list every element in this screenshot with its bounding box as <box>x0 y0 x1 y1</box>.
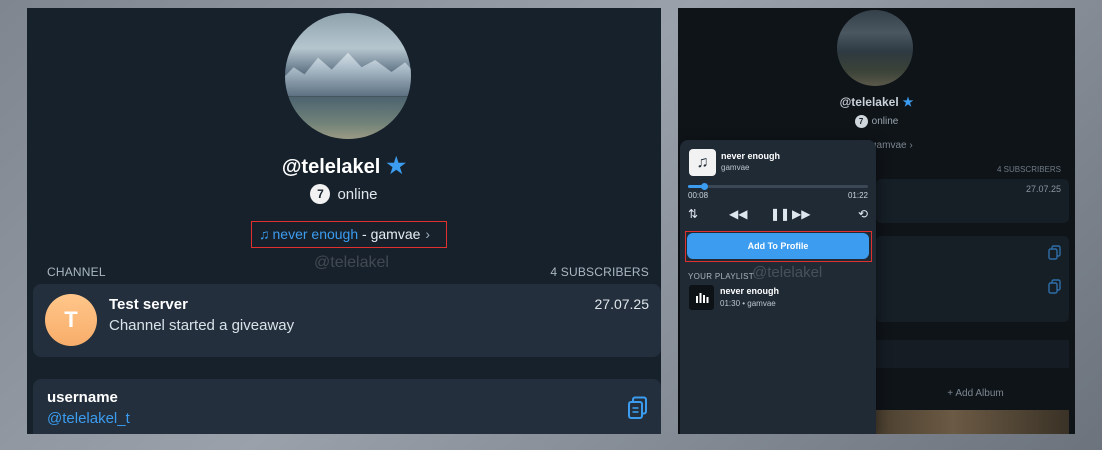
avatar-mountain-art <box>285 52 411 96</box>
album-image-dimmed <box>876 410 1069 434</box>
music-artist: gamvae <box>370 226 421 242</box>
subscriber-count: 4 SUBSCRIBERS <box>550 265 649 279</box>
star-icon: ★ <box>902 95 914 109</box>
playlist-header: YOUR PLAYLIST <box>688 272 754 281</box>
sort-icon[interactable]: ⇅ <box>688 206 698 222</box>
music-artist-peek: gamvae <box>871 140 907 151</box>
playlist-item-meta: 01:30 • gamvae <box>720 299 776 308</box>
equalizer-icon <box>689 285 714 310</box>
rewind-icon[interactable]: ◀◀ <box>729 206 747 222</box>
channel-title: Test server <box>109 296 188 313</box>
channel-date: 27.07.25 <box>594 296 650 312</box>
avatar-lake-art <box>285 97 411 139</box>
chevron-right-icon: › <box>909 140 913 151</box>
playback-progress-bar[interactable] <box>688 183 868 190</box>
profile-avatar-dimmed <box>837 10 913 86</box>
music-note-icon: ♫ <box>689 149 716 176</box>
add-album-button: + Add Album <box>876 388 1075 399</box>
username-card: username @telelakel_t <box>33 379 661 434</box>
music-player-popup: ♫ never enough gamvae 00:08 01:22 ⇅ ◀◀ ❚… <box>680 140 876 434</box>
copy-icon <box>1048 279 1061 294</box>
channel-date-dimmed: 27.07.25 <box>1025 184 1061 194</box>
section-label: CHANNEL <box>47 265 106 279</box>
watermark: @telelakel <box>752 264 823 281</box>
music-link-peek: gamvae › <box>871 140 913 151</box>
player-track-artist: gamvae <box>721 163 750 172</box>
channel-section-header: CHANNEL 4 SUBSCRIBERS <box>47 265 649 279</box>
channel-card[interactable]: T Test server Channel started a giveaway… <box>33 284 661 357</box>
pause-icon[interactable]: ❚❚ <box>770 206 790 222</box>
profile-name-dimmed-row: @telelakel ★ <box>678 95 1075 109</box>
forward-icon[interactable]: ▶▶ <box>792 206 810 222</box>
profile-name: @telelakel <box>281 156 381 178</box>
progress-knob[interactable] <box>701 183 709 190</box>
online-label: online <box>871 116 899 127</box>
time-total: 01:22 <box>847 191 868 200</box>
channel-last-message: Channel started a giveaway <box>109 317 295 334</box>
copy-icon[interactable] <box>627 396 649 420</box>
left-profile-panel: @telelakel ★ 7 online ♫ never enough - gamv… <box>27 8 661 434</box>
repeat-icon[interactable]: ⟲ <box>858 206 868 222</box>
playback-controls: ⇅ ◀◀ ❚❚ ▶▶ ⟲ <box>688 206 868 222</box>
profile-name-dimmed: @telelakel <box>839 95 899 109</box>
profile-name-row: @telelakel ★ <box>27 153 661 179</box>
highlight-box <box>685 231 872 262</box>
star-icon[interactable]: ★ <box>386 153 406 178</box>
right-profile-panel: @telelakel ★ 7 online gamvae › 4 SUBSCRIBE… <box>678 8 1075 434</box>
username-label: username <box>47 389 118 406</box>
profile-avatar[interactable] <box>285 13 411 139</box>
music-separator: - <box>358 226 371 242</box>
chevron-right-icon: › <box>425 226 431 242</box>
time-elapsed: 00:08 <box>688 191 709 200</box>
music-track: never enough <box>272 226 359 242</box>
playlist-item[interactable]: never enough 01:30 • gamvae <box>687 283 869 313</box>
online-label: online <box>337 186 378 203</box>
online-status-dimmed: 7 online <box>678 115 1075 128</box>
playlist-item-title: never enough <box>720 286 780 296</box>
subscriber-count-dimmed: 4 SUBSCRIBERS <box>996 165 1061 174</box>
online-status: 7 online <box>27 184 661 204</box>
online-count-badge: 7 <box>310 184 331 204</box>
info-card-dimmed <box>876 236 1069 322</box>
online-count-badge: 7 <box>854 115 868 128</box>
music-note-icon: ♫ <box>259 226 270 242</box>
copy-icon <box>1048 245 1061 260</box>
profile-music-link[interactable]: ♫ never enough - gamvae › <box>251 221 447 248</box>
card-dimmed <box>876 340 1069 368</box>
username-value[interactable]: @telelakel_t <box>47 410 130 427</box>
player-track-title: never enough <box>721 151 781 161</box>
add-album-label: Add Album <box>955 388 1004 399</box>
channel-avatar: T <box>45 294 97 346</box>
